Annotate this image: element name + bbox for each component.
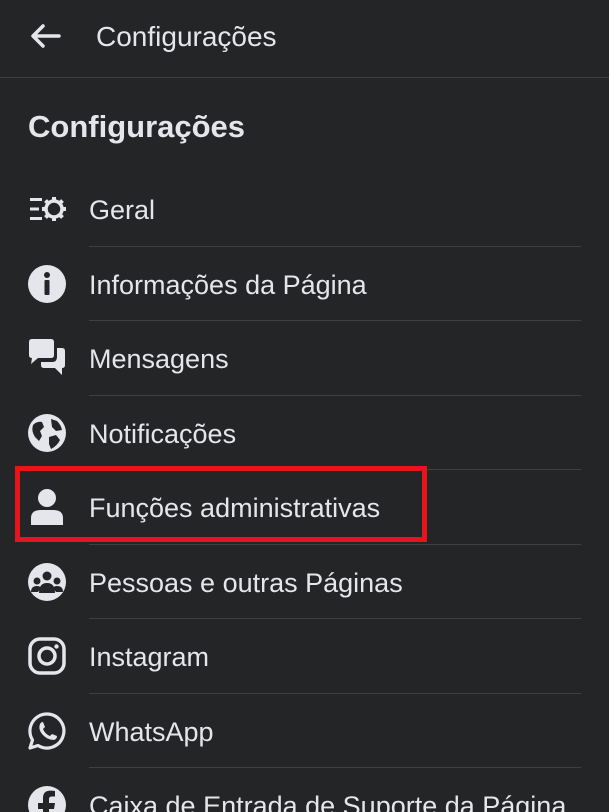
menu-item-caixa-de-entrada[interactable]: Caixa de Entrada de Suporte da Página bbox=[0, 768, 609, 812]
facebook-icon bbox=[27, 785, 67, 812]
menu-item-informacoes[interactable]: Informações da Página bbox=[0, 247, 609, 321]
section-title: Configurações bbox=[28, 109, 246, 144]
menu-item-label: Caixa de Entrada de Suporte da Página bbox=[89, 791, 567, 812]
whatsapp-icon bbox=[27, 711, 67, 751]
menu-item-label: Pessoas e outras Páginas bbox=[89, 567, 403, 598]
menu-item-pessoas[interactable]: Pessoas e outras Páginas bbox=[0, 545, 609, 619]
chat-bubbles-icon bbox=[27, 338, 67, 378]
people-group-icon bbox=[27, 562, 67, 602]
menu-item-geral[interactable]: Geral bbox=[0, 172, 609, 247]
menu-item-label: Mensagens bbox=[89, 344, 229, 374]
settings-list-icon bbox=[27, 189, 67, 229]
menu-item-label: Instagram bbox=[89, 642, 210, 672]
menu-item-label: Geral bbox=[89, 195, 156, 225]
settings-screen: Configurações Configurações Geral Inform… bbox=[0, 0, 609, 812]
menu-item-label: Notificações bbox=[89, 418, 237, 449]
globe-icon bbox=[27, 413, 67, 453]
menu-item-label: Funções administrativas bbox=[89, 493, 381, 523]
menu-item-notificacoes[interactable]: Notificações bbox=[0, 396, 609, 470]
instagram-icon bbox=[27, 636, 67, 676]
top-bar: Configurações bbox=[0, 0, 609, 78]
page-title: Configurações bbox=[96, 21, 277, 52]
menu-item-mensagens[interactable]: Mensagens bbox=[0, 321, 609, 396]
person-icon bbox=[27, 487, 67, 527]
info-icon bbox=[27, 264, 67, 304]
menu-item-funcoes-administrativas[interactable]: Funções administrativas bbox=[0, 470, 609, 545]
menu-item-whatsapp[interactable]: WhatsApp bbox=[0, 694, 609, 768]
menu-item-label: WhatsApp bbox=[89, 716, 214, 747]
menu-item-label: Informações da Página bbox=[89, 269, 367, 300]
arrow-left-icon bbox=[31, 24, 61, 48]
settings-menu: Geral Informações da Página Mensagens No… bbox=[0, 172, 609, 812]
menu-item-instagram[interactable]: Instagram bbox=[0, 619, 609, 694]
back-button[interactable] bbox=[26, 16, 66, 56]
